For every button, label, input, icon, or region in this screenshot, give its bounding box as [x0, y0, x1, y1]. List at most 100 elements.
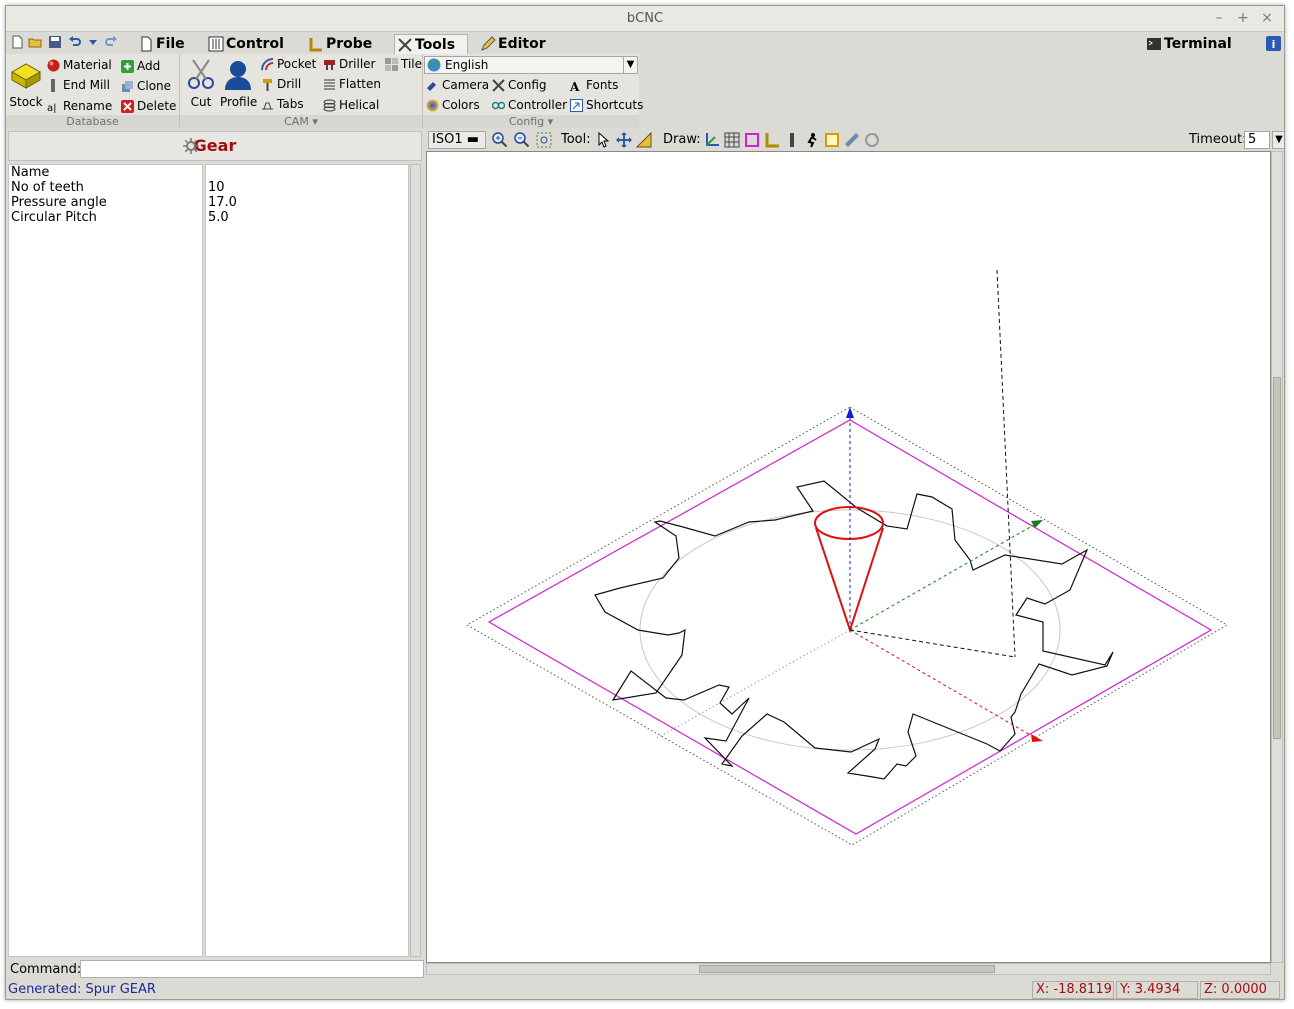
maximize-button[interactable]: + — [1234, 9, 1252, 27]
delete-button[interactable]: Delete — [120, 97, 176, 115]
camera-button[interactable]: Camera — [425, 76, 489, 94]
tab-editor[interactable]: Editor — [478, 34, 552, 54]
controller-button[interactable]: Controller — [491, 96, 567, 114]
camera-overlay-icon[interactable] — [844, 132, 860, 148]
new-file-icon[interactable] — [10, 35, 24, 49]
view-select[interactable]: ISO1 ▬ — [428, 131, 486, 149]
property-value[interactable]: 17.0 — [206, 195, 408, 210]
tab-control[interactable]: Control — [206, 34, 290, 54]
zoom-fit-icon[interactable] — [536, 132, 552, 148]
minimize-button[interactable]: – — [1210, 9, 1228, 27]
end-mill-button[interactable]: End Mill — [46, 76, 110, 94]
fonts-button[interactable]: A Fonts — [569, 76, 618, 94]
close-button[interactable]: × — [1258, 9, 1276, 27]
property-name[interactable]: Circular Pitch — [9, 210, 202, 225]
helical-button[interactable]: Helical — [322, 96, 379, 114]
zoom-in-icon[interactable] — [492, 132, 508, 148]
cam-group: Cut Profile Pocket Drill Tabs Driller Fl… — [180, 54, 423, 128]
property-value[interactable]: 10 — [206, 180, 408, 195]
open-folder-icon[interactable] — [28, 35, 42, 49]
gear-icon — [183, 138, 199, 154]
command-row: Command: — [8, 959, 426, 979]
profile-button[interactable]: Profile — [220, 58, 258, 109]
gcode-canvas[interactable] — [426, 151, 1271, 963]
drill-button[interactable]: Drill — [260, 75, 301, 93]
save-icon[interactable] — [48, 35, 62, 49]
helical-label: Helical — [339, 98, 380, 112]
config-group-label[interactable]: Config ▾ — [423, 115, 639, 128]
info-icon[interactable]: i — [1266, 36, 1281, 51]
select-icon[interactable] — [596, 132, 612, 148]
ruler-icon[interactable] — [636, 132, 652, 148]
tab-probe[interactable]: Probe — [306, 34, 378, 54]
margin-icon[interactable] — [744, 132, 760, 148]
add-button[interactable]: Add — [120, 57, 160, 75]
clone-button[interactable]: Clone — [120, 77, 171, 95]
tools-icon — [398, 38, 412, 52]
tab-file[interactable]: File — [136, 34, 191, 54]
tabs-label: Tabs — [277, 97, 304, 111]
path-icon[interactable] — [824, 132, 840, 148]
config-group: English ▼ Camera Config A Fonts Colors C… — [423, 54, 643, 128]
canvas-vertical-scrollbar[interactable] — [1271, 151, 1283, 963]
colors-button[interactable]: Colors — [425, 96, 480, 114]
timeout-label: Timeout: — [1189, 132, 1247, 147]
z-coordinate: Z: 0.0000 — [1200, 981, 1280, 999]
canvas-horizontal-scrollbar[interactable] — [426, 963, 1271, 975]
material-button[interactable]: Material — [46, 56, 112, 74]
pan-icon[interactable] — [616, 132, 632, 148]
property-list: Name No of teeth Pressure angle Circular… — [8, 164, 422, 957]
view-value: ISO1 — [432, 132, 463, 147]
timeout-dropdown-icon[interactable]: ▼ — [1272, 131, 1284, 149]
redraw-icon[interactable] — [864, 132, 880, 148]
cam-group-label[interactable]: CAM ▾ — [180, 115, 422, 128]
config-button[interactable]: Config — [491, 76, 547, 94]
property-value[interactable] — [206, 165, 408, 180]
chevron-down-icon[interactable]: ▼ — [623, 57, 637, 73]
draw-label: Draw: — [663, 132, 701, 147]
profile-label: Profile — [220, 95, 258, 109]
tab-editor-label: Editor — [498, 36, 546, 52]
flatten-button[interactable]: Flatten — [322, 75, 381, 93]
grid-icon[interactable] — [724, 132, 740, 148]
rename-button[interactable]: a| Rename — [46, 97, 112, 115]
svg-text:i: i — [1272, 38, 1276, 51]
undo-history-dropdown-icon[interactable] — [86, 35, 100, 49]
pocket-button[interactable]: Pocket — [260, 55, 316, 73]
fonts-label: Fonts — [586, 78, 619, 92]
colors-label: Colors — [442, 98, 480, 112]
redo-icon[interactable] — [104, 35, 118, 49]
rapid-icon[interactable] — [804, 132, 820, 148]
probe-draw-icon[interactable] — [764, 132, 780, 148]
tool-label: Tool: — [561, 132, 591, 147]
tile-button[interactable]: Tile — [384, 55, 422, 73]
property-name[interactable]: Name — [9, 165, 202, 180]
command-input[interactable] — [80, 960, 424, 978]
tab-terminal[interactable]: Terminal — [1144, 34, 1238, 54]
axes-icon[interactable] — [704, 132, 720, 148]
canvas-vertical-thumb[interactable] — [1273, 377, 1281, 739]
cut-button[interactable]: Cut — [184, 58, 218, 109]
canvas-horizontal-thumb[interactable] — [699, 965, 995, 973]
property-name[interactable]: Pressure angle — [9, 195, 202, 210]
property-name[interactable]: No of teeth — [9, 180, 202, 195]
language-select[interactable]: English ▼ — [424, 56, 638, 74]
database-group: Stock Material End Mill a| Rename Add Cl… — [6, 54, 180, 128]
property-value[interactable]: 5.0 — [206, 210, 408, 225]
workarea-icon[interactable] — [784, 132, 800, 148]
tab-control-label: Control — [226, 36, 284, 52]
tabs-button[interactable]: Tabs — [260, 95, 304, 113]
zoom-out-icon[interactable] — [514, 132, 530, 148]
status-bar: Generated: Spur GEAR X: -18.8119 Y: 3.49… — [6, 980, 1284, 999]
property-list-scrollbar[interactable] — [410, 164, 421, 957]
window-title: bCNC — [626, 11, 664, 26]
tab-tools[interactable]: Tools — [394, 34, 468, 54]
timeout-input[interactable]: 5 — [1244, 131, 1270, 149]
stock-button[interactable]: Stock — [8, 58, 44, 109]
pocket-label: Pocket — [277, 57, 317, 71]
shortcuts-button[interactable]: Shortcuts — [569, 96, 643, 114]
controller-icon — [492, 101, 505, 110]
undo-icon[interactable] — [68, 35, 82, 49]
driller-button[interactable]: Driller — [322, 55, 376, 73]
tab-terminal-label: Terminal — [1164, 36, 1232, 52]
